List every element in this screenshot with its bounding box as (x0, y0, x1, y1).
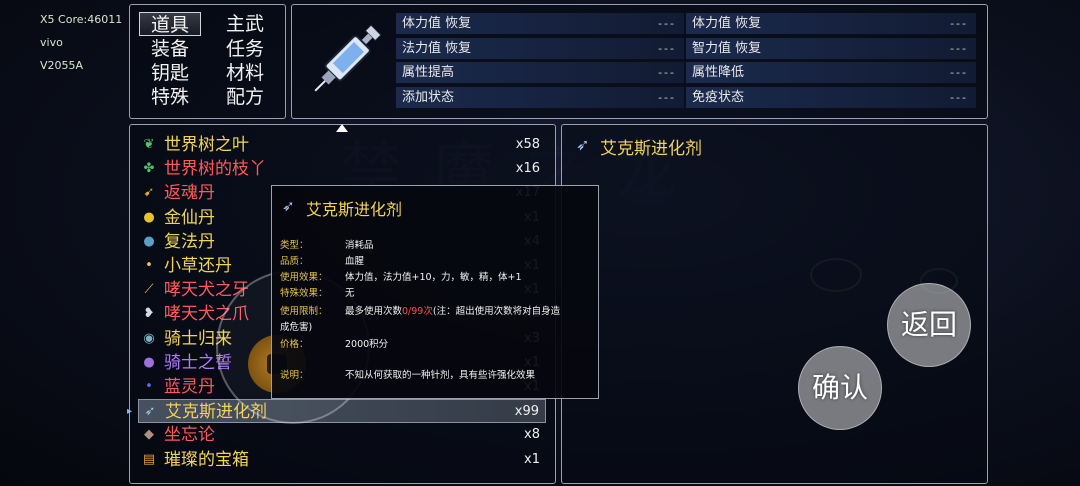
tooltip-field-value: 无 (345, 288, 355, 299)
item-count: x58 (515, 137, 540, 152)
purple-gem-icon: ● (143, 354, 155, 370)
item-name: 蓝灵丹 (164, 377, 215, 397)
item-row[interactable]: ◆ 坐忘论 x8 (138, 423, 546, 447)
item-name: 世界树之叶 (164, 135, 249, 155)
item-count: x16 (515, 161, 540, 177)
confirm-button-label: 确认 (811, 371, 868, 404)
back-button[interactable]: 返回 (887, 283, 971, 367)
category-tab[interactable]: 钥匙 (139, 61, 201, 85)
item-name: 世界树的枝丫 (164, 159, 266, 180)
item-name: 返魂丹 (164, 183, 215, 204)
category-tab[interactable]: 主武 (214, 12, 276, 36)
tooltip-limit-value: 最多使用次数0/99次(注：超出使用次数将对自身造 (345, 303, 595, 317)
tooltip-title: 艾克斯进化剂 (306, 200, 403, 219)
item-row[interactable]: ✤ 世界树的枝丫 x16 (138, 157, 546, 181)
item-name: 小草还丹 (164, 256, 232, 276)
limit-text-post: (注：超出使用次数将对自身造 (432, 306, 561, 317)
tooltip-desc-label: 说明： (280, 370, 309, 381)
claw-icon: ❥ (143, 306, 155, 322)
fang-icon: ⟋ (144, 282, 154, 298)
item-preview-icon (300, 12, 395, 107)
item-name: 璀璨的宝箱 (164, 449, 249, 470)
stat-value: --- (658, 41, 676, 55)
stat-value: --- (658, 66, 676, 79)
stat-row: 体力值 恢复 --- (396, 13, 684, 35)
item-row[interactable]: ❦ 世界树之叶 x58 (138, 133, 546, 157)
stat-row: 添加状态 --- (396, 86, 684, 109)
tooltip-field-label: 特殊效果： (280, 288, 328, 299)
stat-value: --- (950, 90, 968, 104)
category-tab[interactable]: 材料 (214, 61, 276, 85)
item-count: x1 (524, 451, 540, 467)
eye-icon: ◉ (143, 330, 155, 346)
item-name: 复法丹 (164, 231, 215, 252)
limit-count: 0/99次 (402, 306, 433, 317)
stat-label: 添加状态 (402, 89, 455, 105)
tooltip-field-value: 血腥 (345, 256, 365, 267)
stat-label: 体力值 恢复 (402, 16, 472, 31)
stat-row: 属性降低 --- (686, 62, 976, 84)
syringe-icon (314, 24, 382, 92)
stat-label: 体力值 恢复 (692, 16, 762, 31)
tooltip-price-value: 2000积分 (345, 339, 389, 350)
pill-icon: ➹ (143, 185, 155, 201)
tooltip-field-label: 品质： (280, 256, 309, 267)
category-tab[interactable]: 特殊 (139, 85, 201, 109)
category-tab[interactable]: 配方 (214, 85, 276, 109)
item-tooltip: ➶ 艾克斯进化剂 类型： 消耗品品质： 血腥使用效果： 体力值，法力值+10，力，敏，… (271, 185, 599, 399)
tooltip-field-value: 消耗品 (345, 240, 374, 251)
tooltip-desc-value: 不知从何获取的一种针剂，具有些许强化效果 (345, 370, 536, 381)
small-orb-icon: • (145, 258, 153, 273)
detail-syringe-icon: ➶ (576, 135, 590, 154)
chest-icon: ▤ (142, 451, 156, 467)
blue-orb-icon: ● (143, 233, 155, 249)
stat-label: 属性提高 (402, 65, 455, 80)
stat-label: 属性降低 (692, 65, 745, 80)
tooltip-price-label: 价格： (280, 339, 309, 350)
gold-orb-icon: ● (143, 209, 155, 225)
limit-text-pre: 最多使用次数 (345, 306, 403, 317)
back-button-label: 返回 (900, 308, 957, 341)
item-count: x8 (524, 427, 540, 443)
stat-label: 智力值 恢复 (692, 40, 762, 56)
stat-label: 免疫状态 (692, 89, 745, 105)
category-tab[interactable]: 任务 (214, 37, 276, 61)
stat-row: 法力值 恢复 --- (396, 37, 684, 60)
item-name: 金仙丹 (164, 207, 215, 228)
selection-cursor-icon: ▸ (127, 406, 133, 417)
tooltip-limit-line2: 成危害) (280, 322, 313, 333)
tooltip-limit-label: 使用限制： (280, 306, 328, 317)
stat-row: 属性提高 --- (396, 62, 684, 84)
scroll-up-arrow-icon[interactable] (336, 124, 348, 132)
tooltip-field-label: 使用效果： (280, 272, 328, 283)
category-tab[interactable]: 装备 (139, 37, 201, 61)
branch-icon: ✤ (143, 161, 155, 177)
tooltip-field-value: 体力值，法力值+10，力，敏，精，体+1 (345, 272, 522, 283)
stat-row: 智力值 恢复 --- (686, 37, 976, 60)
blue-pill-icon: • (145, 379, 153, 394)
stat-value: --- (950, 66, 968, 79)
syringe-icon: ➶ (144, 404, 156, 420)
stat-row: 体力值 恢复 --- (686, 13, 976, 35)
stat-value: --- (950, 17, 968, 30)
leaf-icon: ❦ (143, 137, 155, 152)
device-core-label: X5 Core:46011 (40, 13, 123, 26)
book-icon: ◆ (144, 427, 154, 443)
item-name: 坐忘论 (164, 425, 215, 446)
stat-value: --- (658, 17, 676, 30)
category-tab[interactable]: 道具 (139, 12, 201, 36)
stat-label: 法力值 恢复 (402, 40, 472, 56)
detail-item-name: 艾克斯进化剂 (600, 139, 702, 159)
stat-value: --- (950, 41, 968, 55)
device-model-label: V2055A (40, 59, 84, 72)
device-brand-label: vivo (40, 36, 63, 49)
stat-value: --- (658, 90, 676, 104)
confirm-button[interactable]: 确认 (798, 346, 882, 430)
tooltip-syringe-icon: ➶ (282, 197, 295, 215)
stat-row: 免疫状态 --- (686, 86, 976, 109)
item-count: x99 (514, 404, 539, 420)
tooltip-field-label: 类型： (280, 240, 309, 251)
item-row[interactable]: ▤ 璀璨的宝箱 x1 (138, 448, 546, 472)
